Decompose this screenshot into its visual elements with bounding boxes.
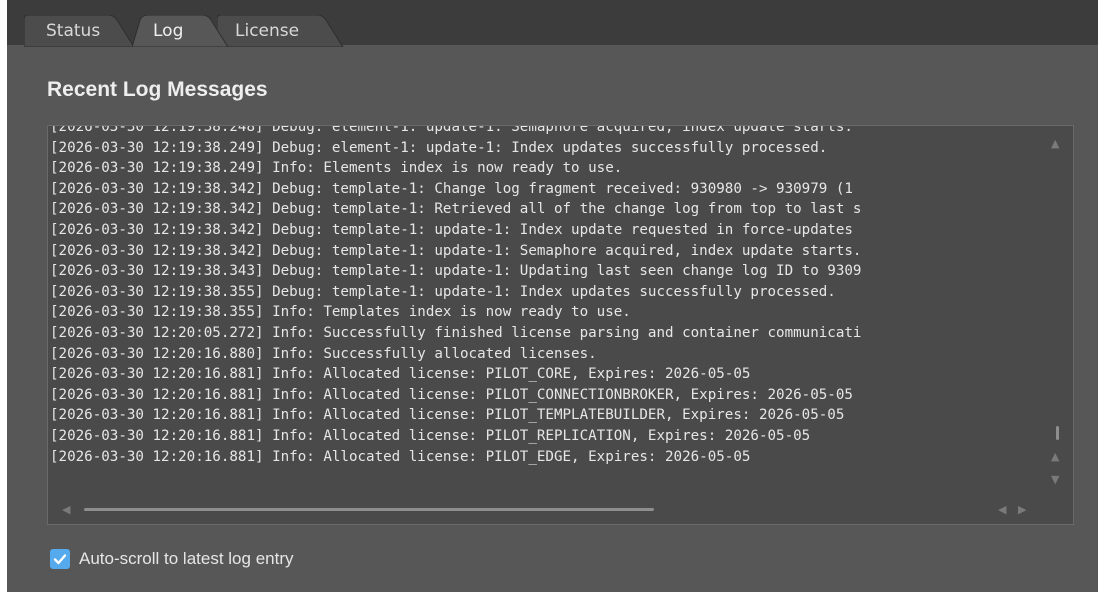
log-line: [2026-03-30 12:19:38.248] Debug: element… [50,125,853,135]
scroll-down-icon[interactable]: ▼ [1051,474,1059,485]
tab-license-label: License [235,21,300,41]
autoscroll-checkbox[interactable] [50,549,70,569]
log-line: [2026-03-30 12:19:38.342] Debug: templat… [50,201,862,218]
vertical-scrollbar[interactable]: ▲ ▲ ▼ [1043,126,1073,496]
horizontal-scroll-thumb[interactable] [84,508,654,511]
panel-title: Recent Log Messages [47,78,268,101]
log-line: [2026-03-30 12:19:38.343] Debug: templat… [50,263,862,280]
log-line: [2026-03-30 12:20:16.880] Info: Successf… [50,345,597,362]
tab-license[interactable]: License [217,15,347,47]
vertical-scroll-thumb[interactable] [1056,426,1059,440]
autoscroll-option[interactable]: Auto-scroll to latest log entry [50,549,293,569]
log-line: [2026-03-30 12:20:16.881] Info: Allocate… [50,448,751,465]
tab-bar: Status License Log [7,0,1098,47]
scroll-up-icon[interactable]: ▲ [1051,138,1059,149]
scroll-up-small-icon[interactable]: ▲ [1051,451,1059,462]
horizontal-scrollbar[interactable]: ◀ ◀ ▶ [48,496,1073,524]
log-line: [2026-03-30 12:19:38.355] Debug: templat… [50,283,836,300]
log-line: [2026-03-30 12:20:16.881] Info: Allocate… [50,407,845,424]
log-line: [2026-03-30 12:19:38.342] Debug: templat… [50,242,862,259]
tab-log-label: Log [153,21,184,41]
log-window: Status License Log Recent Log Messages [… [7,0,1098,592]
log-lines: [2026-03-30 12:19:38.248] Debug: element… [48,125,1043,495]
scroll-left-small-icon[interactable]: ◀ [998,503,1006,516]
log-line: [2026-03-30 12:20:16.881] Info: Allocate… [50,427,811,444]
log-line: [2026-03-30 12:20:16.881] Info: Allocate… [50,386,853,403]
log-line: [2026-03-30 12:20:05.272] Info: Successf… [50,324,862,341]
tab-status-label: Status [46,21,101,41]
autoscroll-label: Auto-scroll to latest log entry [79,549,294,568]
scroll-left-icon[interactable]: ◀ [62,503,70,516]
log-messages-box[interactable]: [2026-03-30 12:19:38.248] Debug: element… [47,125,1074,525]
tab-status[interactable]: Status [24,15,134,47]
scroll-right-icon[interactable]: ▶ [1018,503,1026,516]
log-line: [2026-03-30 12:19:38.249] Info: Elements… [50,160,623,177]
log-line: [2026-03-30 12:19:38.355] Info: Template… [50,304,631,321]
log-line: [2026-03-30 12:19:38.342] Debug: templat… [50,221,853,238]
checkmark-icon [53,554,67,565]
log-line: [2026-03-30 12:20:16.881] Info: Allocate… [50,366,751,383]
log-line: [2026-03-30 12:19:38.342] Debug: templat… [50,180,853,197]
log-line: [2026-03-30 12:19:38.249] Debug: element… [50,139,828,156]
